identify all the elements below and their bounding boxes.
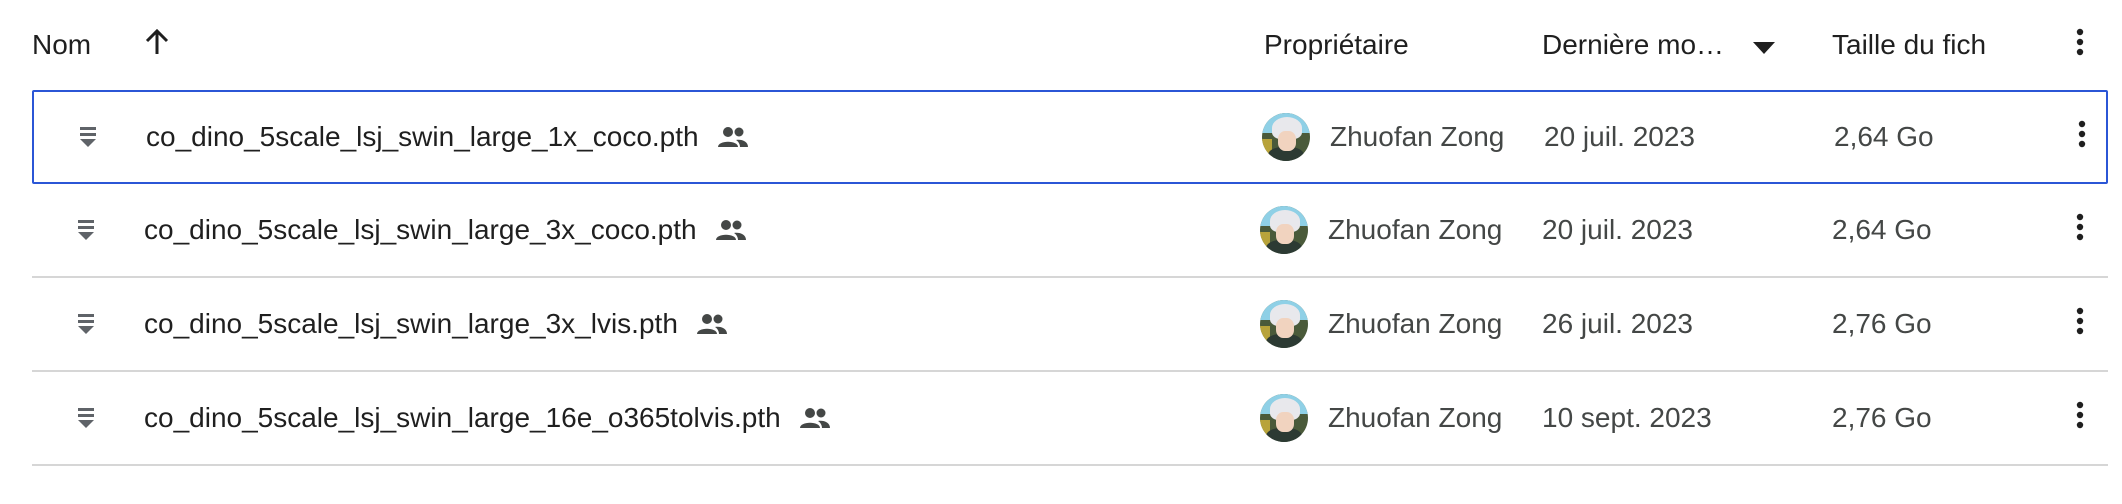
more-vert-icon: [2076, 28, 2084, 63]
column-header-size-label: Taille du fich: [1832, 29, 1987, 60]
file-name[interactable]: co_dino_5scale_lsj_swin_large_16e_o365to…: [144, 402, 781, 434]
table-row[interactable]: co_dino_5scale_lsj_swin_large_3x_lvis.pt…: [32, 278, 2108, 372]
modified-date: 26 juil. 2023: [1542, 308, 1694, 339]
people-icon: [799, 407, 831, 429]
owner-name: Zhuofan Zong: [1328, 308, 1503, 339]
owner-name: Zhuofan Zong: [1328, 214, 1503, 245]
column-header-name[interactable]: Nom: [32, 0, 1232, 90]
more-vert-icon: [2076, 213, 2084, 248]
more-vert-icon: [2076, 401, 2084, 436]
file-name[interactable]: co_dino_5scale_lsj_swin_large_3x_coco.pt…: [144, 214, 697, 246]
people-icon: [717, 126, 749, 148]
people-icon: [715, 219, 747, 241]
avatar: [1262, 113, 1310, 161]
more-vert-icon: [2078, 120, 2086, 155]
column-header-size[interactable]: Taille du fich: [1832, 0, 2062, 90]
file-list-table: Nom Propriétaire Dernière mo… Taille du …: [32, 0, 2108, 466]
column-header-owner[interactable]: Propriétaire: [1264, 0, 1524, 90]
owner-name: Zhuofan Zong: [1330, 121, 1505, 152]
column-header-modified-label: Dernière mo…: [1542, 29, 1725, 60]
row-more-button[interactable]: [2054, 92, 2110, 182]
column-header-name-label: Nom: [32, 29, 92, 60]
file-size: 2,76 Go: [1832, 308, 1932, 339]
table-header: Nom Propriétaire Dernière mo… Taille du …: [32, 0, 2108, 90]
file-icon: [72, 278, 100, 370]
column-header-owner-label: Propriétaire: [1264, 29, 1409, 60]
table-row[interactable]: co_dino_5scale_lsj_swin_large_1x_coco.pt…: [32, 90, 2108, 184]
arrow-up-icon: [144, 28, 170, 63]
row-more-button[interactable]: [2052, 278, 2108, 370]
table-row[interactable]: co_dino_5scale_lsj_swin_large_16e_o365to…: [32, 372, 2108, 466]
more-vert-icon: [2076, 307, 2084, 342]
modified-date: 20 juil. 2023: [1544, 121, 1696, 152]
file-icon: [74, 92, 102, 182]
file-size: 2,64 Go: [1832, 214, 1932, 245]
row-more-button[interactable]: [2052, 184, 2108, 276]
file-icon: [72, 372, 100, 464]
file-name[interactable]: co_dino_5scale_lsj_swin_large_1x_coco.pt…: [146, 121, 699, 153]
file-size: 2,76 Go: [1832, 402, 1932, 433]
sort-direction-button[interactable]: [137, 0, 177, 90]
caret-down-icon: [1753, 29, 1775, 61]
avatar: [1260, 206, 1308, 254]
modified-date: 20 juil. 2023: [1542, 214, 1694, 245]
file-size: 2,64 Go: [1834, 121, 1934, 152]
file-icon: [72, 184, 100, 276]
modified-date: 10 sept. 2023: [1542, 402, 1712, 433]
avatar: [1260, 300, 1308, 348]
file-name[interactable]: co_dino_5scale_lsj_swin_large_3x_lvis.pt…: [144, 308, 678, 340]
modified-options-button[interactable]: [1744, 0, 1784, 90]
owner-name: Zhuofan Zong: [1328, 402, 1503, 433]
avatar: [1260, 394, 1308, 442]
people-icon: [696, 313, 728, 335]
table-row[interactable]: co_dino_5scale_lsj_swin_large_3x_coco.pt…: [32, 184, 2108, 278]
header-more-button[interactable]: [2052, 0, 2108, 90]
row-more-button[interactable]: [2052, 372, 2108, 464]
